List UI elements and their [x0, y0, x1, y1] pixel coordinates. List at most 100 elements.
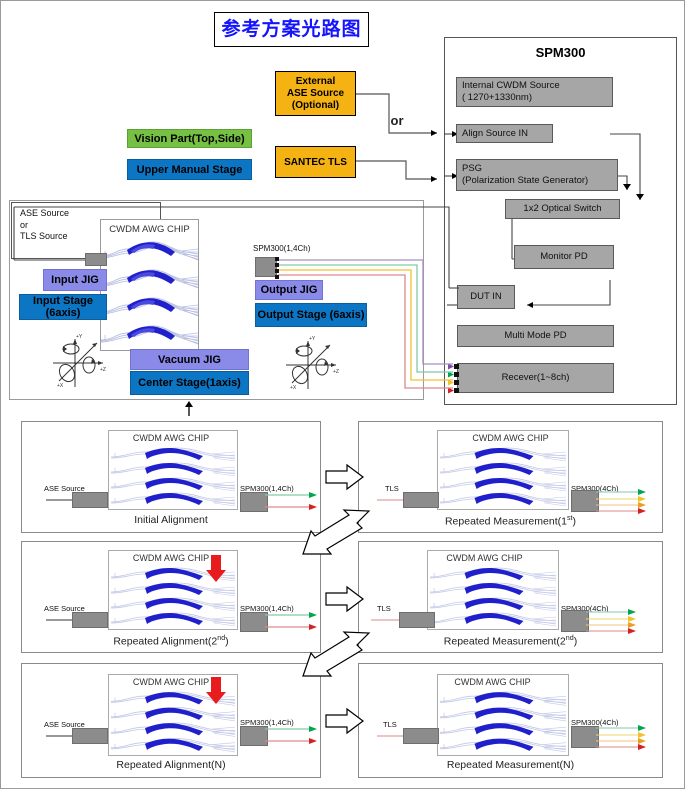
- mini-chip-title: CWDM AWG CHIP: [132, 677, 210, 687]
- six-axis-icon-input: +Y +Z +X: [53, 334, 106, 389]
- external-ase-source-label: External ASE Source (Optional): [286, 75, 345, 111]
- flow-arrow-right-2-icon: [325, 585, 364, 613]
- center-stage-label: Center Stage(1axis): [138, 377, 241, 389]
- mini-chip-title: CWDM AWG CHIP: [454, 677, 531, 687]
- dut-in-block: DUT IN: [457, 285, 515, 309]
- output-arrows-icon: [586, 609, 636, 634]
- process-panel-repeated-alignment-2nd: CWDM AWG CHIP ASE Source SPM300(1,4Ch) R…: [21, 541, 321, 653]
- svg-text:+Z: +Z: [100, 367, 106, 373]
- vision-part-box: Vision Part(Top,Side): [127, 129, 252, 148]
- cwdm-awg-chip-title: CWDM AWG CHIP: [109, 223, 190, 235]
- santec-tls-label: SANTEC TLS: [284, 156, 347, 168]
- psg-block: PSG (Polarization State Generator): [456, 159, 618, 191]
- monitor-pd-block: Monitor PD: [514, 245, 614, 269]
- panel-title: Repeated Measurement(N): [446, 759, 575, 771]
- upper-manual-stage-label: Upper Manual Stage: [136, 163, 243, 176]
- panel-title-main: Repeated Alignment(2: [113, 635, 218, 648]
- process-panel-repeated-measurement-2nd: CWDM AWG CHIP TLS SPM300(4Ch) Repeated M…: [358, 541, 663, 653]
- mini-waveguide-art: [111, 447, 235, 507]
- source-label: TLS: [383, 720, 397, 729]
- input-block: [403, 728, 439, 744]
- diagram-title-box: 参考方案光路图: [214, 12, 369, 47]
- multi-mode-pd-label: Multi Mode PD: [504, 330, 567, 341]
- mini-chip-title: CWDM AWG CHIP: [446, 553, 523, 563]
- panel-title: Repeated Alignment(N): [116, 759, 226, 771]
- input-block: [399, 612, 435, 628]
- internal-cwdm-source-block: Internal CWDM Source ( 1270+1330nm): [456, 77, 613, 107]
- flow-arrow-downleft-1-icon: [302, 509, 371, 555]
- output-arrows-icon: [265, 726, 317, 744]
- input-stage-label: Input Stage (6axis): [33, 295, 93, 319]
- flow-arrow-right-1-icon: [325, 463, 364, 491]
- panel-title: Initial Alignment: [134, 514, 208, 526]
- process-panel-repeated-measurement-n: CWDM AWG CHIP TLS SPM300(4Ch) Repeated M…: [358, 663, 663, 778]
- receiver-label: Recever(1~8ch): [501, 372, 570, 383]
- panel-title: Repeated Measurement(1st): [359, 514, 662, 528]
- output-block: [240, 492, 268, 512]
- mini-chip-title: CWDM AWG CHIP: [132, 553, 210, 563]
- panel-title-ordinal: nd: [565, 634, 574, 642]
- optical-switch-block: 1x2 Optical Switch: [505, 199, 620, 219]
- svg-text:+X: +X: [57, 383, 64, 389]
- align-source-in-block: Align Source IN: [456, 124, 553, 143]
- vision-part-label: Vision Part(Top,Side): [134, 132, 245, 145]
- output-arrows-icon: [596, 489, 646, 514]
- panel-title-tail: ): [225, 635, 229, 648]
- source-label: TLS: [377, 604, 391, 613]
- input-block: [72, 612, 108, 628]
- monitor-pd-label: Monitor PD: [540, 251, 588, 262]
- vacuum-jig-label: Vacuum JIG: [158, 353, 221, 366]
- vacuum-jig-box: Vacuum JIG: [130, 349, 249, 370]
- mini-chip-title: CWDM AWG CHIP: [472, 433, 549, 443]
- center-stage-box: Center Stage(1axis): [130, 371, 249, 395]
- panel-title-ordinal: nd: [217, 634, 226, 642]
- output-arrows-icon: [596, 725, 646, 750]
- output-connector-block: [255, 257, 277, 277]
- page-title: 参考方案光路图: [221, 19, 362, 40]
- output-block: [240, 726, 268, 746]
- flow-arrow-downleft-2-icon: [302, 631, 371, 677]
- upper-manual-stage-box: Upper Manual Stage: [127, 159, 252, 180]
- panel-title: Repeated Measurement(2nd): [359, 634, 662, 648]
- process-panel-repeated-measurement-1st: CWDM AWG CHIP TLS SPM300(4Ch) Repeated M…: [358, 421, 663, 533]
- output-block: [240, 612, 268, 632]
- external-ase-source-box: External ASE Source (Optional): [275, 71, 356, 116]
- source-label: TLS: [385, 484, 399, 493]
- receiver-block: Recever(1~8ch): [457, 363, 614, 393]
- spm-output-channel-label: SPM300(1,4Ch): [253, 244, 311, 253]
- flow-arrow-right-3-icon: [325, 707, 364, 735]
- internal-cwdm-source-label: Internal CWDM Source ( 1270+1330nm): [462, 80, 560, 103]
- mini-chip-title: CWDM AWG CHIP: [132, 433, 210, 443]
- input-jig-box: Input JIG: [43, 269, 107, 291]
- input-block: [72, 728, 108, 744]
- center-stage-up-arrow-icon: [185, 401, 193, 416]
- output-block: [571, 490, 599, 512]
- panel-title: Repeated Alignment(2nd): [22, 634, 320, 648]
- input-connector-block: [85, 253, 107, 266]
- input-jig-label: Input JIG: [51, 274, 99, 286]
- psg-label: PSG (Polarization State Generator): [462, 163, 589, 186]
- mini-waveguide-art: [440, 447, 566, 507]
- multi-mode-pd-block: Multi Mode PD: [457, 325, 614, 347]
- mini-waveguide-art: [440, 691, 566, 753]
- input-block: [72, 492, 108, 508]
- cwdm-awg-chip-frame: [100, 219, 199, 351]
- output-block: [561, 610, 589, 632]
- waveguide-array-art: [101, 241, 198, 345]
- input-stage-box: Input Stage (6axis): [19, 294, 107, 320]
- svg-text:+Y: +Y: [76, 334, 83, 340]
- fiber-routing-lines: [278, 259, 453, 389]
- panel-title-tail: ): [572, 515, 577, 528]
- process-panel-repeated-alignment-n: CWDM AWG CHIP ASE Source SPM300(1,4Ch) R…: [21, 663, 321, 778]
- output-block: [571, 726, 599, 748]
- santec-tls-box: SANTEC TLS: [275, 146, 356, 178]
- panel-title-main: Repeated Measurement(1: [444, 515, 567, 528]
- mini-waveguide-art: [430, 567, 556, 627]
- panel-title-main: Repeated Measurement(2: [443, 635, 566, 648]
- process-panel-initial-alignment: CWDM AWG CHIP ASE Source SPM300(1,4Ch) I…: [21, 421, 321, 533]
- optical-switch-label: 1x2 Optical Switch: [523, 203, 602, 214]
- panel-title-tail: ): [573, 635, 578, 648]
- input-block: [403, 492, 439, 508]
- output-connector-pins: [275, 257, 279, 279]
- diagram-canvas: 参考方案光路图 External ASE Source (Optional) S…: [0, 0, 685, 789]
